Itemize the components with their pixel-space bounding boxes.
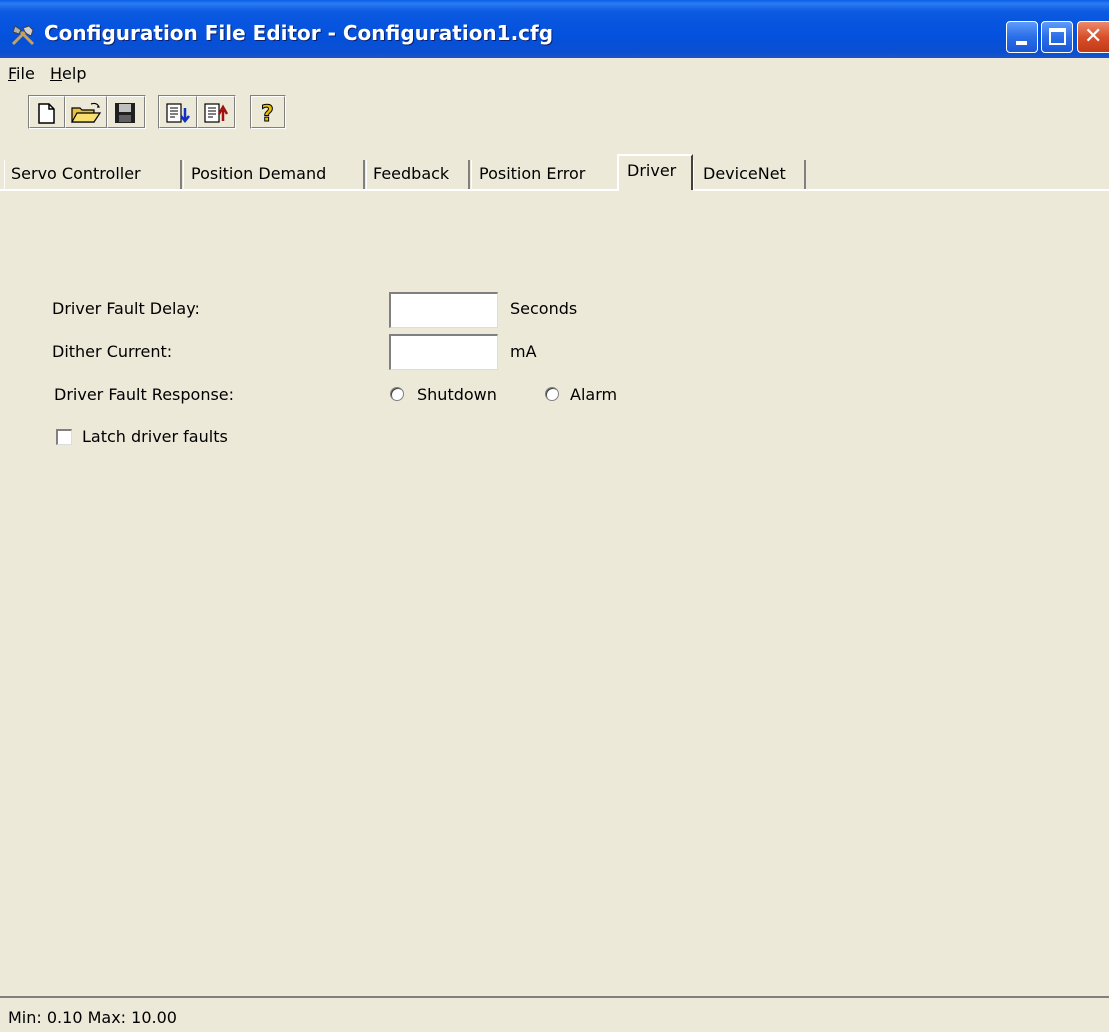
alarm-radio-label[interactable]: Alarm: [570, 385, 617, 404]
tab-driver[interactable]: Driver: [617, 154, 693, 190]
tab-strip: Servo Controller Position Demand Feedbac…: [0, 152, 1109, 190]
window-title: Configuration File Editor - Configuratio…: [44, 21, 554, 45]
menu-file-accel: F: [8, 64, 17, 83]
help-button[interactable]: ?: [251, 96, 285, 128]
shutdown-radio-label[interactable]: Shutdown: [417, 385, 497, 404]
upload-config-button[interactable]: [197, 96, 235, 128]
svg-text:?: ?: [261, 102, 274, 124]
shutdown-radio[interactable]: [390, 387, 404, 401]
download-config-button[interactable]: [159, 96, 197, 128]
driver-fault-delay-unit: Seconds: [510, 299, 578, 318]
tab-panel-border-left: [0, 189, 619, 191]
open-folder-icon: [70, 102, 102, 123]
tab-position-demand[interactable]: Position Demand: [183, 160, 365, 190]
help-question-icon: ?: [261, 102, 275, 125]
close-icon: ✕: [1084, 24, 1103, 49]
open-file-button[interactable]: [65, 96, 107, 128]
title-bar[interactable]: Configuration File Editor - Configuratio…: [0, 0, 1109, 58]
status-bar: Min: 0.10 Max: 10.00: [0, 996, 1109, 1032]
tab-devicenet[interactable]: DeviceNet: [693, 160, 806, 190]
upload-config-icon: [204, 103, 229, 123]
menu-help-accel: H: [50, 64, 63, 83]
menu-file[interactable]: File: [8, 64, 35, 83]
driver-fault-delay-input[interactable]: [389, 292, 498, 328]
tab-panel-border-right: [693, 189, 1109, 191]
close-button[interactable]: ✕: [1077, 21, 1109, 53]
minimize-button[interactable]: [1006, 21, 1038, 53]
tab-position-error[interactable]: Position Error: [471, 160, 617, 190]
menu-help-label: elp: [62, 64, 87, 83]
driver-fault-delay-label: Driver Fault Delay:: [52, 299, 200, 318]
toolbar-transfer-group: [158, 95, 236, 129]
alarm-radio[interactable]: [545, 387, 559, 401]
new-file-button[interactable]: [29, 96, 65, 128]
driver-fault-response-label: Driver Fault Response:: [54, 385, 235, 404]
new-file-icon: [38, 103, 55, 124]
toolbar-file-group: [28, 95, 146, 129]
save-file-button[interactable]: [107, 96, 145, 128]
toolbar-help-group: ?: [250, 95, 286, 129]
status-text: Min: 0.10 Max: 10.00: [8, 1008, 177, 1027]
save-disk-icon: [115, 103, 135, 123]
latch-driver-faults-checkbox[interactable]: [56, 429, 72, 445]
dither-current-input[interactable]: [389, 334, 498, 370]
menu-file-label: ile: [16, 64, 35, 83]
maximize-button[interactable]: [1041, 21, 1073, 53]
minimize-icon: [1016, 41, 1027, 45]
latch-driver-faults-label[interactable]: Latch driver faults: [82, 427, 228, 446]
download-config-icon: [166, 103, 190, 124]
toolbar: ?: [0, 90, 1109, 138]
tab-servo-controller[interactable]: Servo Controller: [4, 160, 182, 190]
menu-bar: File Help: [0, 58, 1109, 90]
maximize-icon: [1049, 28, 1066, 45]
dither-current-label: Dither Current:: [52, 342, 173, 361]
tab-feedback[interactable]: Feedback: [366, 160, 470, 190]
config-editor-window: Configuration File Editor - Configuratio…: [0, 0, 1109, 1032]
tools-icon: [11, 25, 35, 46]
dither-current-unit: mA: [510, 342, 537, 361]
menu-help[interactable]: Help: [50, 64, 86, 83]
